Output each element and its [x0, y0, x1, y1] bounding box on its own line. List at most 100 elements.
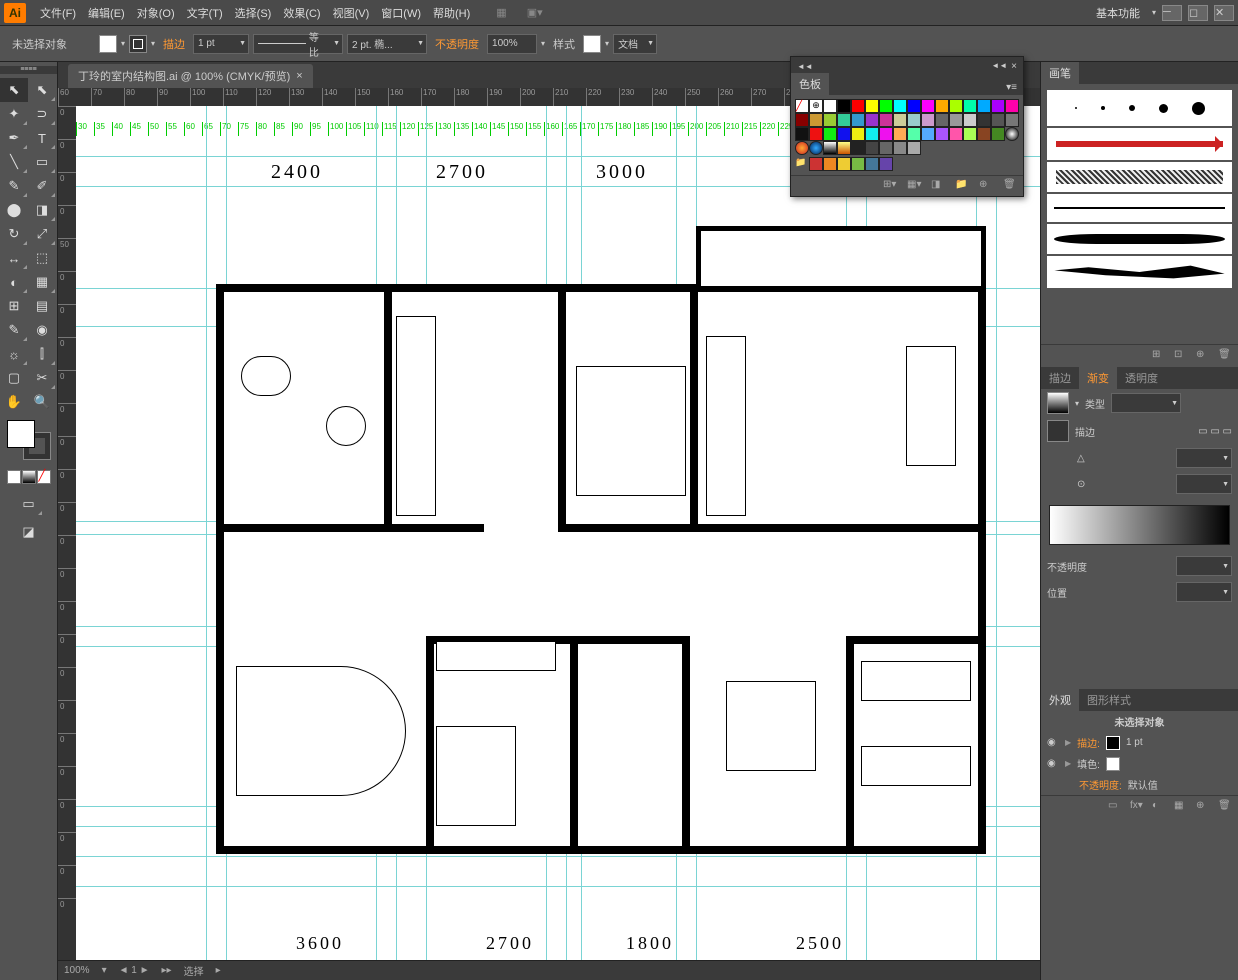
pen-tool[interactable]: ✒: [0, 126, 28, 150]
swatch-color[interactable]: [949, 127, 963, 141]
swatch-color[interactable]: [837, 99, 851, 113]
gradient-preview[interactable]: [1047, 392, 1069, 414]
symbol-tool[interactable]: ☼: [0, 342, 28, 366]
swatch-color[interactable]: [963, 113, 977, 127]
swatch-color[interactable]: [879, 127, 893, 141]
gradient-type-select[interactable]: [1111, 393, 1181, 413]
swatch-color[interactable]: [893, 99, 907, 113]
menu-type[interactable]: 文字(T): [181, 1, 229, 25]
show-kinds-icon[interactable]: ▦▾: [907, 179, 921, 193]
document-setup-button[interactable]: 文档: [613, 34, 657, 54]
swatch-gradient[interactable]: [1005, 127, 1019, 141]
brush-select[interactable]: 2 pt. 椭...: [347, 34, 427, 54]
swatches-panel[interactable]: ◄◄ ◄◄× 色板▾≡ ╱⊕📁 ⊞▾ ▦▾ ◨ 📁 ⊕ 🗑: [790, 56, 1024, 197]
swatch-color[interactable]: [809, 157, 823, 171]
swatch-color[interactable]: [977, 113, 991, 127]
gradient-mode-icon[interactable]: [22, 470, 36, 484]
swatch-color[interactable]: [823, 157, 837, 171]
direct-selection-tool[interactable]: ⬉: [28, 78, 56, 102]
none-mode-icon[interactable]: ╱: [37, 470, 51, 484]
appearance-tab[interactable]: 外观: [1041, 689, 1079, 711]
stroke-label[interactable]: 描边: [163, 36, 185, 52]
eraser-tool[interactable]: ◨: [28, 198, 56, 222]
swatch-color[interactable]: [907, 113, 921, 127]
swatch-none[interactable]: ╱: [795, 99, 809, 113]
menu-object[interactable]: 对象(O): [131, 1, 181, 25]
swatch-color[interactable]: [837, 113, 851, 127]
graphic-styles-tab[interactable]: 图形样式: [1079, 689, 1139, 711]
swatch-color[interactable]: [879, 99, 893, 113]
swatch-color[interactable]: [851, 99, 865, 113]
transparency-panel-tab[interactable]: 透明度: [1117, 367, 1166, 389]
stroke-profile-select[interactable]: 等比: [253, 34, 343, 54]
collapse-icon[interactable]: ◄◄: [991, 61, 1007, 72]
brush-preset[interactable]: [1047, 256, 1232, 288]
delete-icon[interactable]: 🗑: [1218, 800, 1232, 814]
swatch-color[interactable]: [837, 157, 851, 171]
close-icon[interactable]: ✕: [1214, 5, 1234, 21]
fill-stroke-indicator[interactable]: [7, 420, 51, 460]
swatch-color[interactable]: [949, 113, 963, 127]
stroke-swatch[interactable]: [129, 35, 147, 53]
swatch-color[interactable]: [935, 99, 949, 113]
stroke-weight-select[interactable]: 1 pt: [193, 34, 249, 54]
swatch-options-icon[interactable]: ◨: [931, 179, 945, 193]
swatch-gradient[interactable]: [907, 141, 921, 155]
panel-menu-icon[interactable]: ▾≡: [1000, 80, 1023, 95]
slice-tool[interactable]: ✂: [28, 366, 56, 390]
swatch-color[interactable]: [1005, 113, 1019, 127]
blob-brush-tool[interactable]: ⬤: [0, 198, 28, 222]
new-icon[interactable]: ⊕: [1196, 800, 1210, 814]
swatch-color[interactable]: [823, 113, 837, 127]
guide-line[interactable]: [996, 106, 997, 960]
swatch-color[interactable]: [977, 127, 991, 141]
swatch-color[interactable]: [963, 99, 977, 113]
swatch-color[interactable]: [935, 113, 949, 127]
swatch-color[interactable]: [809, 113, 823, 127]
swatch-gradient[interactable]: [837, 141, 851, 155]
swatch-color[interactable]: [907, 99, 921, 113]
swatch-color[interactable]: [907, 127, 921, 141]
panel-icon[interactable]: ▭: [1108, 800, 1122, 814]
swatch-color[interactable]: [991, 99, 1005, 113]
menu-file[interactable]: 文件(F): [34, 1, 82, 25]
swatch-color[interactable]: [893, 113, 907, 127]
type-tool[interactable]: T: [28, 126, 56, 150]
swatch-color[interactable]: [921, 113, 935, 127]
swatch-color[interactable]: [879, 157, 893, 171]
swatch-gradient[interactable]: [893, 141, 907, 155]
swatch-color[interactable]: [865, 113, 879, 127]
visibility-icon[interactable]: ◉: [1047, 737, 1059, 749]
stroke-panel-tab[interactable]: 描边: [1041, 367, 1079, 389]
swatch-color[interactable]: [879, 113, 893, 127]
guide-line[interactable]: [76, 856, 1040, 857]
stop-opacity-select[interactable]: [1176, 556, 1232, 576]
fill-swatch[interactable]: [99, 35, 117, 53]
swatch-libraries-icon[interactable]: ⊞▾: [883, 179, 897, 193]
swatch-gradient[interactable]: [809, 141, 823, 155]
menu-window[interactable]: 窗口(W): [375, 1, 427, 25]
scale-tool[interactable]: ⤢: [28, 222, 56, 246]
shape-builder-tool[interactable]: ◐: [0, 270, 28, 294]
swatch-color[interactable]: [991, 113, 1005, 127]
gradient-tool[interactable]: ▤: [28, 294, 56, 318]
hand-tool[interactable]: ✋: [0, 390, 28, 414]
swatch-color[interactable]: [1005, 99, 1019, 113]
swatch-color[interactable]: [809, 127, 823, 141]
swatch-color[interactable]: [963, 127, 977, 141]
eyedropper-tool[interactable]: ✎: [0, 318, 28, 342]
expand-icon[interactable]: ▶: [1065, 759, 1071, 768]
lasso-tool[interactable]: ⊃: [28, 102, 56, 126]
rectangle-tool[interactable]: ▭: [28, 150, 56, 174]
new-brush-icon[interactable]: ⊕: [1196, 349, 1210, 363]
swatch-color[interactable]: [865, 99, 879, 113]
swatch-gradient[interactable]: [795, 141, 809, 155]
swatch-gradient[interactable]: [865, 141, 879, 155]
selection-tool[interactable]: ⬉: [0, 78, 28, 102]
canvas[interactable]: 3035404550556065707580859095100105110115…: [76, 106, 1040, 960]
maximize-icon[interactable]: ◻: [1188, 5, 1208, 21]
paintbrush-tool[interactable]: ✎: [0, 174, 28, 198]
swatch-color[interactable]: [935, 127, 949, 141]
blend-tool[interactable]: ◉: [28, 318, 56, 342]
perspective-tool[interactable]: ▦: [28, 270, 56, 294]
